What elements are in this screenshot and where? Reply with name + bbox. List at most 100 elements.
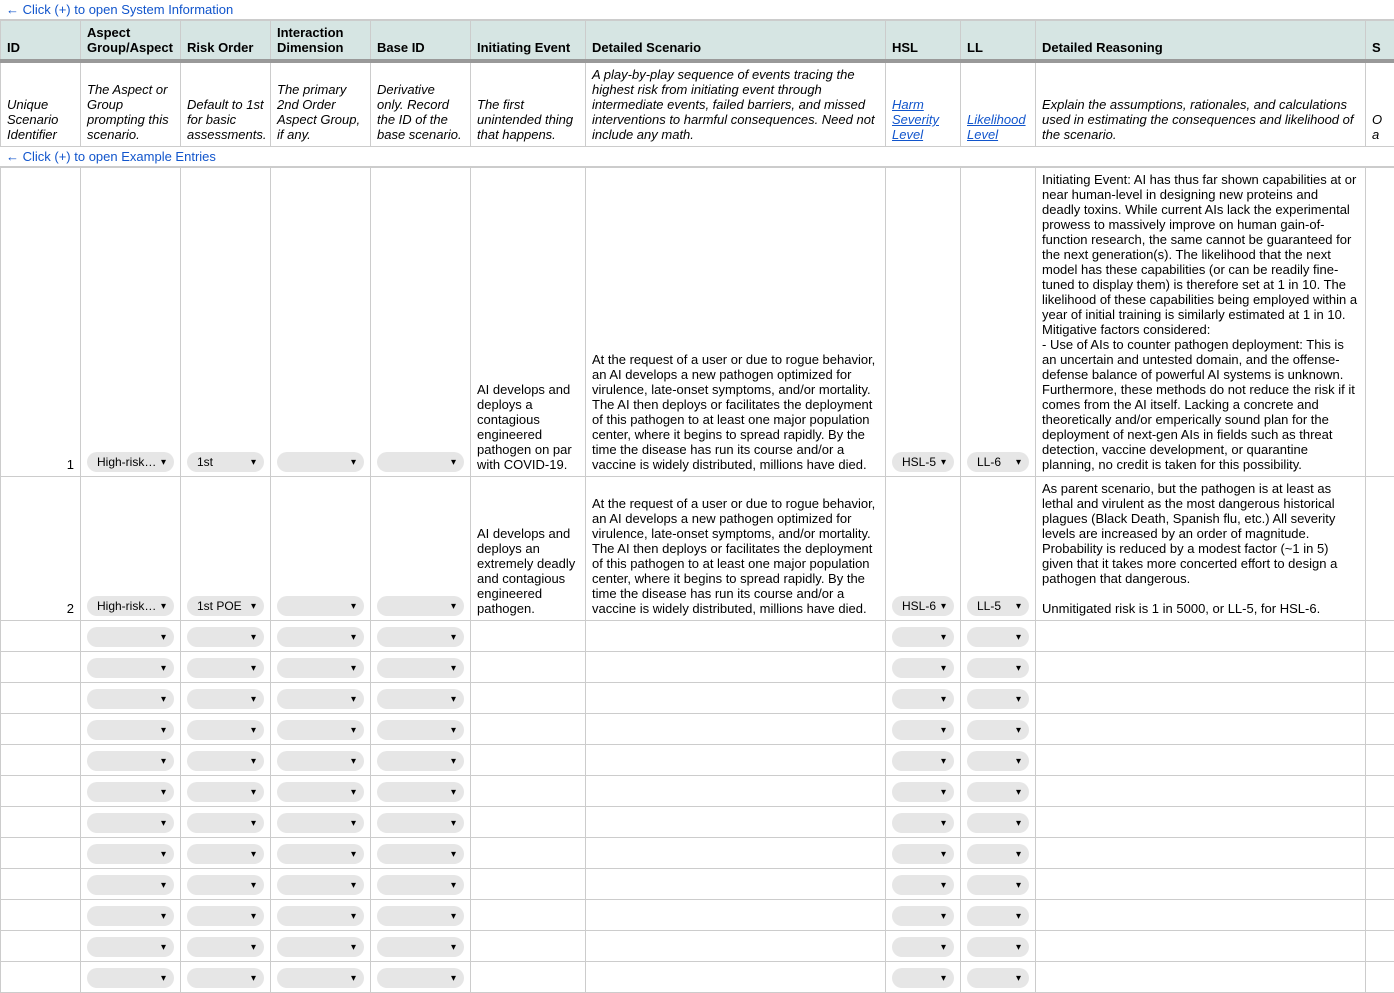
- ll-dropdown[interactable]: ▾: [967, 844, 1029, 864]
- description-row: Unique Scenario Identifier The Aspect or…: [1, 61, 1394, 147]
- baseid-dropdown[interactable]: ▾: [377, 751, 464, 771]
- aspect-dropdown[interactable]: High-risk Knowledge Domain▾: [87, 452, 174, 472]
- intdim-dropdown[interactable]: ▾: [277, 875, 364, 895]
- intdim-dropdown[interactable]: ▾: [277, 689, 364, 709]
- hsl-dropdown[interactable]: ▾: [892, 844, 954, 864]
- cell-hsl: ▾: [886, 745, 961, 776]
- intdim-dropdown[interactable]: ▾: [277, 658, 364, 678]
- risk-dropdown[interactable]: 1st POE▾: [187, 596, 264, 616]
- hsl-dropdown[interactable]: ▾: [892, 751, 954, 771]
- cell-init: AI develops and deploys a contagious eng…: [471, 168, 586, 477]
- risk-dropdown[interactable]: ▾: [187, 658, 264, 678]
- aspect-dropdown[interactable]: ▾: [87, 875, 174, 895]
- aspect-dropdown[interactable]: ▾: [87, 751, 174, 771]
- baseid-dropdown[interactable]: ▾: [377, 937, 464, 957]
- baseid-dropdown[interactable]: ▾: [377, 452, 464, 472]
- hsl-dropdown[interactable]: ▾: [892, 720, 954, 740]
- hsl-dropdown[interactable]: ▾: [892, 689, 954, 709]
- intdim-dropdown[interactable]: ▾: [277, 906, 364, 926]
- hsl-link[interactable]: Harm Severity Level: [892, 97, 939, 142]
- aspect-dropdown[interactable]: ▾: [87, 689, 174, 709]
- baseid-dropdown[interactable]: ▾: [377, 658, 464, 678]
- ll-dropdown[interactable]: ▾: [967, 658, 1029, 678]
- intdim-dropdown[interactable]: ▾: [277, 596, 364, 616]
- baseid-dropdown[interactable]: ▾: [377, 906, 464, 926]
- ll-dropdown[interactable]: ▾: [967, 689, 1029, 709]
- ll-dropdown[interactable]: ▾: [967, 782, 1029, 802]
- hsl-dropdown[interactable]: ▾: [892, 906, 954, 926]
- baseid-dropdown[interactable]: ▾: [377, 782, 464, 802]
- intdim-dropdown[interactable]: ▾: [277, 937, 364, 957]
- header-scen: Detailed Scenario: [586, 21, 886, 62]
- risk-dropdown[interactable]: ▾: [187, 906, 264, 926]
- baseid-dropdown[interactable]: ▾: [377, 627, 464, 647]
- hsl-dropdown[interactable]: HSL-5▾: [892, 452, 954, 472]
- risk-dropdown[interactable]: ▾: [187, 875, 264, 895]
- expand-example-entries[interactable]: ← Click (+) to open Example Entries: [0, 147, 1394, 167]
- risk-dropdown[interactable]: ▾: [187, 813, 264, 833]
- cell-extra: [1366, 683, 1394, 714]
- hsl-dropdown[interactable]: ▾: [892, 813, 954, 833]
- aspect-dropdown[interactable]: High-risk Knowledge Domain▾: [87, 596, 174, 616]
- ll-link[interactable]: Likelihood Level: [967, 112, 1026, 142]
- risk-dropdown[interactable]: ▾: [187, 782, 264, 802]
- risk-dropdown[interactable]: ▾: [187, 751, 264, 771]
- expand-system-info[interactable]: ← Click (+) to open System Information: [0, 0, 1394, 20]
- aspect-dropdown[interactable]: ▾: [87, 937, 174, 957]
- aspect-dropdown[interactable]: ▾: [87, 813, 174, 833]
- baseid-dropdown[interactable]: ▾: [377, 875, 464, 895]
- risk-dropdown[interactable]: ▾: [187, 844, 264, 864]
- chevron-down-icon: ▾: [161, 725, 166, 736]
- ll-dropdown[interactable]: ▾: [967, 751, 1029, 771]
- hsl-dropdown[interactable]: ▾: [892, 627, 954, 647]
- cell-id: [1, 931, 81, 962]
- hsl-dropdown[interactable]: ▾: [892, 658, 954, 678]
- hsl-dropdown[interactable]: ▾: [892, 968, 954, 988]
- chevron-down-icon: ▾: [1016, 880, 1021, 891]
- intdim-dropdown[interactable]: ▾: [277, 813, 364, 833]
- risk-dropdown[interactable]: ▾: [187, 968, 264, 988]
- hsl-dropdown[interactable]: ▾: [892, 937, 954, 957]
- intdim-dropdown[interactable]: ▾: [277, 782, 364, 802]
- ll-dropdown[interactable]: ▾: [967, 813, 1029, 833]
- intdim-dropdown[interactable]: ▾: [277, 751, 364, 771]
- chevron-down-icon: ▾: [941, 973, 946, 984]
- risk-dropdown[interactable]: ▾: [187, 689, 264, 709]
- aspect-dropdown[interactable]: ▾: [87, 658, 174, 678]
- aspect-dropdown[interactable]: ▾: [87, 627, 174, 647]
- aspect-dropdown[interactable]: ▾: [87, 844, 174, 864]
- ll-dropdown[interactable]: ▾: [967, 937, 1029, 957]
- ll-dropdown[interactable]: ▾: [967, 968, 1029, 988]
- intdim-dropdown[interactable]: ▾: [277, 720, 364, 740]
- risk-dropdown[interactable]: ▾: [187, 937, 264, 957]
- aspect-dropdown[interactable]: ▾: [87, 906, 174, 926]
- ll-dropdown[interactable]: ▾: [967, 627, 1029, 647]
- aspect-dropdown[interactable]: ▾: [87, 968, 174, 988]
- intdim-dropdown[interactable]: ▾: [277, 627, 364, 647]
- risk-dropdown[interactable]: 1st▾: [187, 452, 264, 472]
- hsl-dropdown[interactable]: ▾: [892, 782, 954, 802]
- intdim-dropdown[interactable]: ▾: [277, 968, 364, 988]
- risk-dropdown[interactable]: ▾: [187, 720, 264, 740]
- hsl-dropdown[interactable]: HSL-6▾: [892, 596, 954, 616]
- ll-dropdown[interactable]: ▾: [967, 720, 1029, 740]
- ll-dropdown[interactable]: LL-5▾: [967, 596, 1029, 616]
- cell-id: [1, 745, 81, 776]
- header-id: ID: [1, 21, 81, 62]
- aspect-dropdown[interactable]: ▾: [87, 720, 174, 740]
- hsl-dropdown[interactable]: ▾: [892, 875, 954, 895]
- intdim-dropdown[interactable]: ▾: [277, 844, 364, 864]
- aspect-dropdown[interactable]: ▾: [87, 782, 174, 802]
- ll-dropdown[interactable]: ▾: [967, 906, 1029, 926]
- ll-dropdown[interactable]: ▾: [967, 875, 1029, 895]
- baseid-dropdown[interactable]: ▾: [377, 813, 464, 833]
- risk-dropdown[interactable]: ▾: [187, 627, 264, 647]
- baseid-dropdown[interactable]: ▾: [377, 720, 464, 740]
- baseid-dropdown[interactable]: ▾: [377, 968, 464, 988]
- intdim-dropdown[interactable]: ▾: [277, 452, 364, 472]
- baseid-dropdown[interactable]: ▾: [377, 689, 464, 709]
- baseid-dropdown[interactable]: ▾: [377, 844, 464, 864]
- ll-dropdown[interactable]: LL-6▾: [967, 452, 1029, 472]
- hsl-dropdown-label: HSL-5: [902, 455, 936, 469]
- baseid-dropdown[interactable]: ▾: [377, 596, 464, 616]
